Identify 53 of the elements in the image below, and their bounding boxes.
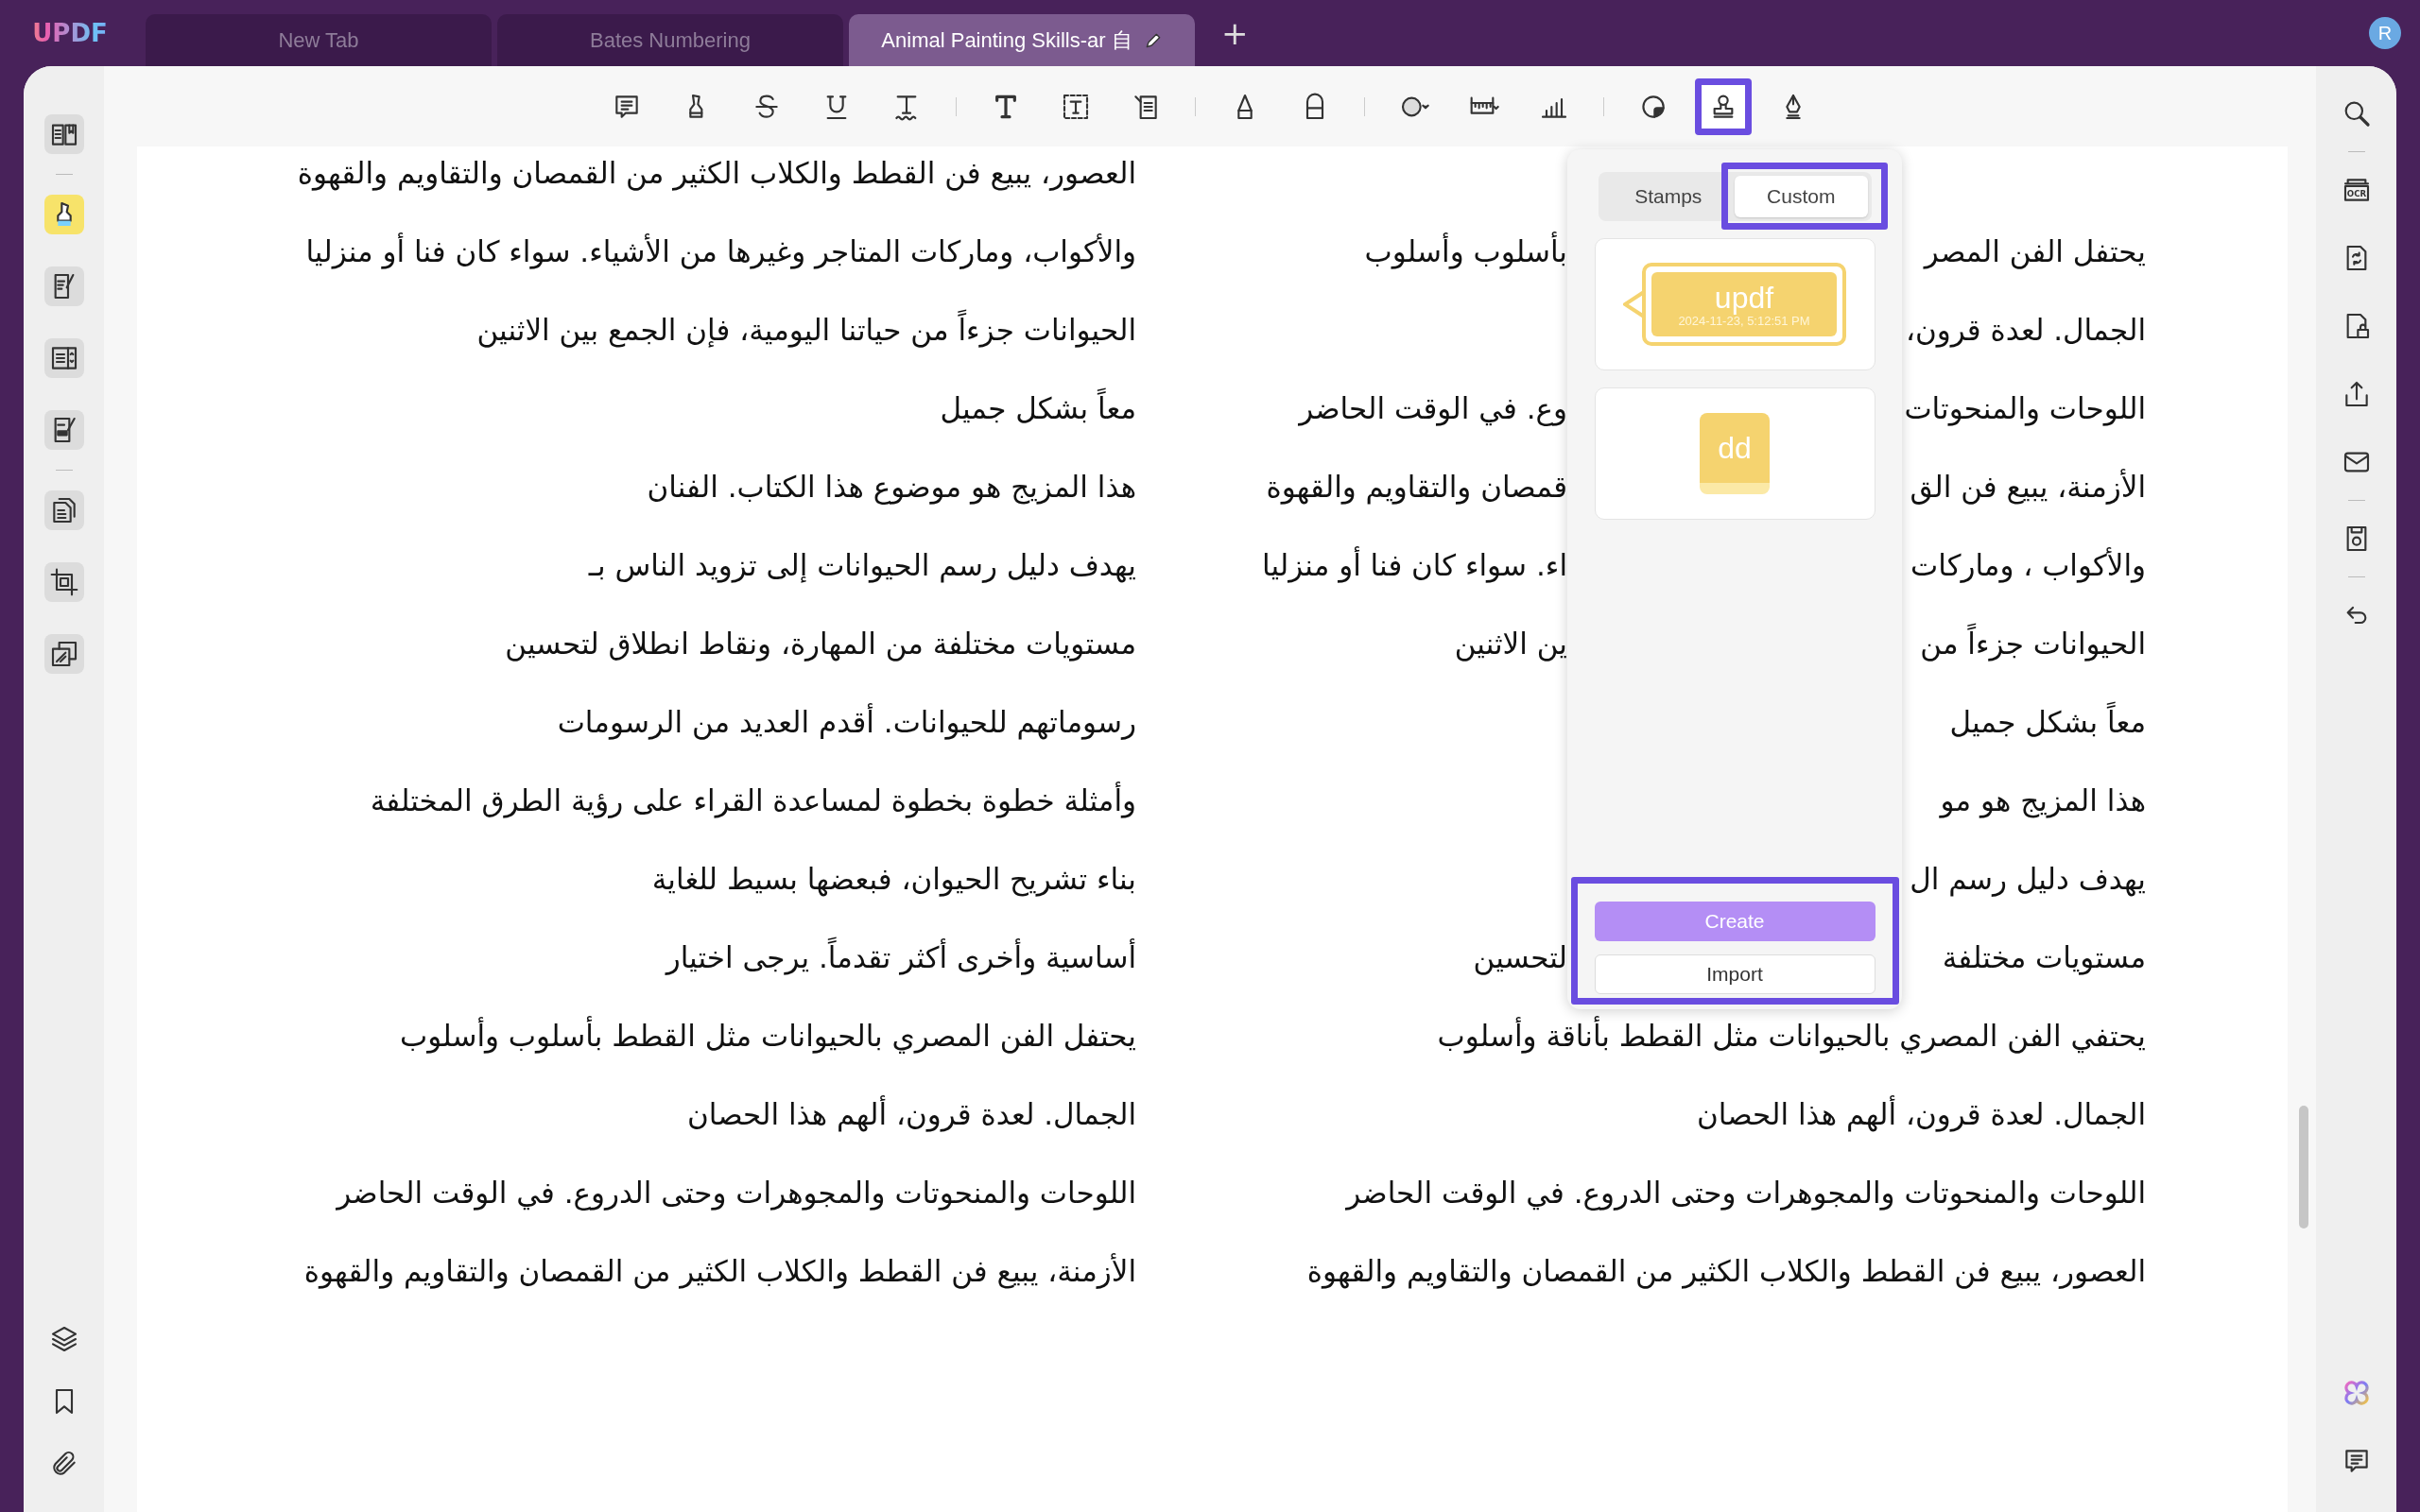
document-tab[interactable]: Animal Painting Skills-ar 自 bbox=[849, 14, 1195, 66]
document-tab[interactable]: Bates Numbering bbox=[497, 14, 843, 66]
text-line: يحتفل الفن المصري بالحيوانات مثل القطط بأسلوب وأسلوب bbox=[399, 1018, 1136, 1053]
callout-pointer bbox=[1623, 290, 1644, 318]
text-line: قمصان والتقاويم والقهوة bbox=[1266, 469, 1567, 504]
text-line: هذا المزيج هو موضوع هذا الكتاب. الفنان bbox=[647, 469, 1136, 504]
text-line: الجمال. لعدة قرون، bbox=[1905, 312, 2146, 347]
panel-tab[interactable]: Custom bbox=[1735, 176, 1868, 217]
pages-button[interactable] bbox=[43, 490, 84, 530]
text-line: وأمثلة خطوة بخطوة لمساعدة القراء على رؤية الطرق المختلفة bbox=[370, 782, 1136, 817]
text-line: رسوماتهم للحيوانات. أقدم العديد من الرسومات bbox=[557, 704, 1136, 739]
text-line: هذا المزيج هو مو bbox=[1940, 782, 2146, 817]
text-line: الأزمنة، يبيع فن القطط والكلاب الكثير من القمصان والتقاويم والقهوة bbox=[303, 1253, 1136, 1288]
text-line: مستويات مختلفة من المهارة، ونقاط انطلاق لتحسين bbox=[505, 626, 1136, 661]
text-line: بأسلوب وأسلوب bbox=[1364, 233, 1567, 268]
crop-icon bbox=[48, 567, 79, 597]
reader-button[interactable] bbox=[43, 114, 84, 154]
text-line: وع. في الوقت الحاضر bbox=[1299, 390, 1567, 425]
scrollbar-thumb[interactable] bbox=[2299, 1106, 2308, 1228]
text-line: الجمال. لعدة قرون، ألهم هذا الحصان bbox=[686, 1096, 1136, 1131]
text-line: العصور، يبيع فن القطط والكلاب الكثير من القمصان والتقاويم والقهوة bbox=[297, 155, 1136, 190]
text-line: الجمال. لعدة قرون، ألهم هذا الحصان bbox=[1696, 1096, 2146, 1131]
stamp-title: updf bbox=[1714, 281, 1774, 314]
edit-text-button[interactable] bbox=[43, 266, 84, 306]
text-line: الأزمنة، يبيع فن الق bbox=[1910, 469, 2146, 504]
text-line: بناء تشريح الحيوان، فبعضها بسيط للغاية bbox=[651, 861, 1136, 896]
text-line: اللوحات والمنحوتات والمجوهرات وحتى الدروع. في الوقت الحاضر bbox=[1346, 1175, 2146, 1210]
panel-tab[interactable]: Stamps bbox=[1601, 176, 1735, 217]
text-line: والأكواب ، وماركات bbox=[1910, 547, 2146, 582]
text-line: يحتفل الفن المصر bbox=[1924, 233, 2146, 268]
redact-button[interactable] bbox=[43, 410, 84, 450]
text-line: ين الاثنين bbox=[1454, 626, 1567, 661]
text-line: اللوحات والمنحوتات والمجوهرات وحتى الدروع. في الوقت الحاضر bbox=[337, 1175, 1136, 1210]
text-line: اللوحات والمنحوتات bbox=[1904, 390, 2146, 425]
crop-button[interactable] bbox=[43, 562, 84, 602]
text-line: يهدف دليل رسم الحيوانات إلى تزويد الناس بـ bbox=[588, 547, 1136, 582]
stamp-tool[interactable] bbox=[1695, 77, 1752, 135]
text-line: العصور، يبيع فن القطط والكلاب الكثير من القمصان والتقاويم والقهوة bbox=[1306, 1253, 2146, 1288]
ocr-label: OCR bbox=[2346, 189, 2366, 199]
text-line: يهدف دليل رسم ال bbox=[1910, 861, 2146, 896]
text-line: والأكواب، وماركات المتاجر وغيرها من الأشياء. سواء كان فنا أو منزليا bbox=[305, 233, 1136, 268]
overlay-button[interactable] bbox=[43, 634, 84, 674]
form-button[interactable] bbox=[43, 338, 84, 378]
new-tab-button[interactable]: + bbox=[1216, 14, 1254, 52]
text-line: اء. سواء كان فنا أو منزليا bbox=[1262, 547, 1567, 582]
text-line: مستويات مختلفة bbox=[1942, 939, 2146, 974]
text-line: لتحسين bbox=[1473, 939, 1567, 974]
highlighter-button[interactable] bbox=[43, 195, 84, 234]
document-tab[interactable]: New Tab bbox=[146, 14, 492, 66]
text-line: يحتفي الفن المصري بالحيوانات مثل القطط بأناقة وأسلوب bbox=[1437, 1018, 2146, 1053]
stamp-title: dd bbox=[1718, 430, 1752, 466]
import-button[interactable]: Import bbox=[1594, 954, 1876, 994]
ocr-button[interactable]: OCR bbox=[2335, 169, 2377, 211]
